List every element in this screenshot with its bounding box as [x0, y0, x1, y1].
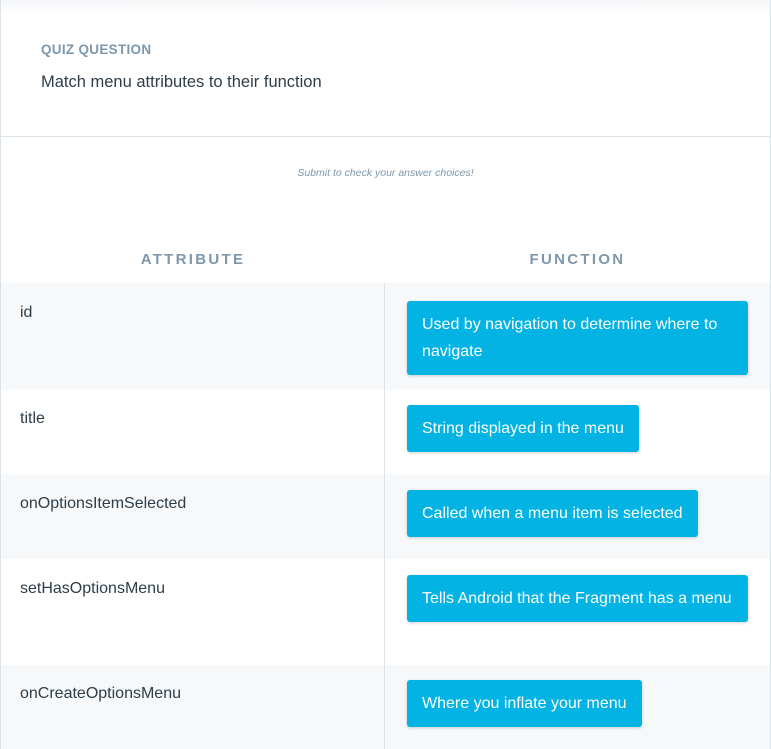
table-row: id Used by navigation to determine where… — [1, 283, 770, 390]
quiz-eyebrow: QUIZ QUESTION — [41, 42, 152, 57]
attribute-label: onCreateOptionsMenu — [20, 685, 181, 702]
submit-hint: Submit to check your answer choices! — [297, 167, 474, 179]
attribute-label: setHasOptionsMenu — [20, 580, 165, 597]
quiz-panel: QUIZ QUESTION Match menu attributes to t… — [0, 0, 771, 749]
function-chip[interactable]: Called when a menu item is selected — [407, 490, 698, 537]
function-chip[interactable]: String displayed in the menu — [407, 405, 639, 452]
function-chip[interactable]: Used by navigation to determine where to… — [407, 301, 748, 375]
matching-table: id Used by navigation to determine where… — [1, 283, 770, 749]
function-chip[interactable]: Tells Android that the Fragment has a me… — [407, 575, 748, 622]
attribute-label: title — [20, 410, 45, 427]
table-row: onOptionsItemSelected Called when a menu… — [1, 474, 770, 559]
column-divider — [384, 283, 385, 749]
table-row: setHasOptionsMenu Tells Android that the… — [1, 559, 770, 665]
table-row: title String displayed in the menu — [1, 390, 770, 474]
attribute-label: onOptionsItemSelected — [20, 495, 187, 512]
table-row: onCreateOptionsMenu Where you inflate yo… — [1, 665, 770, 749]
attribute-column-header: ATTRIBUTE — [140, 251, 246, 268]
function-column-header: FUNCTION — [529, 251, 626, 268]
quiz-question: Match menu attributes to their function — [41, 73, 322, 91]
function-chip[interactable]: Where you inflate your menu — [407, 680, 642, 727]
attribute-label: id — [20, 304, 33, 321]
quiz-header: QUIZ QUESTION Match menu attributes to t… — [1, 0, 770, 137]
